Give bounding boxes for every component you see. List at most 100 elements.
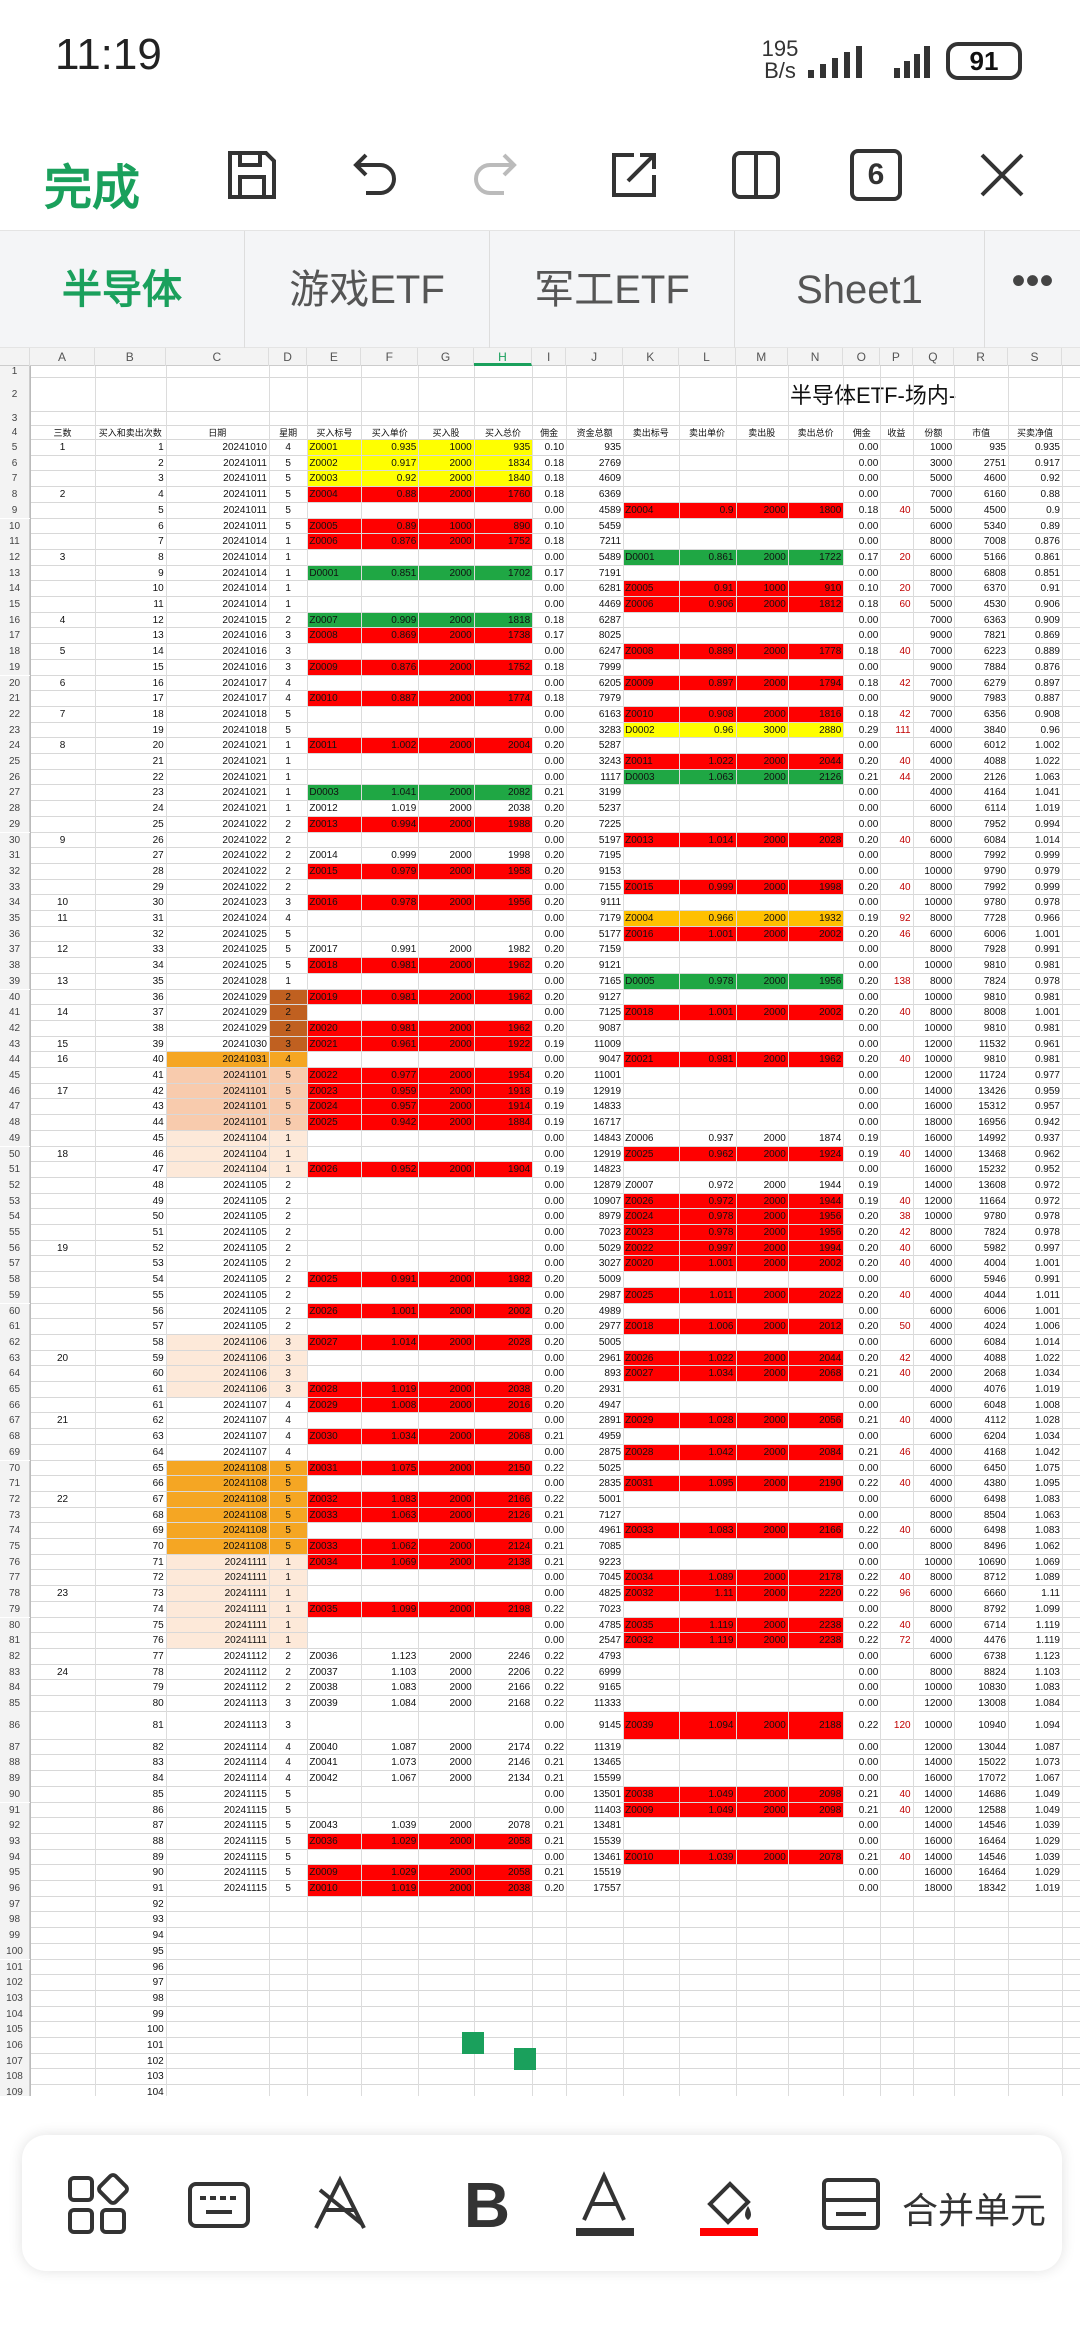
cell[interactable]: 5 (269, 958, 308, 974)
header-cell-l[interactable]: 卖出单价 (679, 426, 736, 440)
cell[interactable]: 20241111 (166, 1570, 269, 1586)
row-number[interactable]: 87 (0, 1739, 30, 1756)
font-color-icon[interactable] (570, 2170, 640, 2240)
cell[interactable]: 6808 (954, 566, 1008, 582)
cell[interactable]: 5 (269, 1818, 308, 1834)
cell[interactable]: 2000 (418, 738, 473, 754)
cell[interactable]: D0001 (307, 566, 361, 582)
cell[interactable]: 101 (95, 2038, 166, 2054)
cell[interactable]: 0.908 (679, 707, 736, 723)
cell[interactable]: 0.22 (843, 1633, 880, 1649)
cell[interactable]: 20241101 (166, 1084, 269, 1100)
cell[interactable]: 2068 (474, 1429, 533, 1445)
cell[interactable]: D0005 (623, 974, 678, 990)
cell[interactable]: 8000 (913, 1225, 955, 1241)
cell[interactable]: 2 (269, 880, 308, 896)
cell[interactable]: Z0032 (623, 1586, 678, 1602)
cell[interactable]: 0.22 (532, 1602, 566, 1618)
row-number[interactable]: 73 (0, 1507, 30, 1524)
row-number[interactable]: 57 (0, 1256, 30, 1273)
cell[interactable]: Z0028 (307, 1382, 361, 1398)
cell[interactable]: 2000 (736, 1351, 788, 1367)
cell[interactable]: 4530 (954, 597, 1008, 613)
cell[interactable]: Z0001 (307, 440, 361, 456)
cell[interactable]: 20241104 (166, 1147, 269, 1163)
cell[interactable]: 2150 (474, 1461, 533, 1477)
cell[interactable]: 20241015 (166, 613, 269, 629)
cell[interactable]: 48 (95, 1178, 166, 1194)
cell[interactable]: 20241114 (166, 1771, 269, 1787)
cell[interactable]: Z0038 (623, 1787, 678, 1803)
row-number[interactable]: 52 (0, 1177, 30, 1194)
cell[interactable]: 0.00 (532, 1241, 566, 1257)
cell[interactable]: 0.20 (843, 974, 880, 990)
cell[interactable]: 14000 (913, 1084, 955, 1100)
cell[interactable]: 2000 (736, 644, 788, 660)
cell[interactable]: Z0028 (623, 1445, 678, 1461)
cell[interactable]: Z0025 (307, 1272, 361, 1288)
cell[interactable]: 6000 (913, 550, 955, 566)
cell[interactable]: 2891 (566, 1413, 623, 1429)
cell[interactable]: 2000 (418, 1665, 473, 1681)
cell[interactable]: 1.029 (1008, 1865, 1062, 1881)
cell[interactable]: 2751 (954, 456, 1008, 472)
cell[interactable]: 2000 (736, 770, 788, 786)
cell[interactable]: 1800 (788, 503, 843, 519)
apps-grid-icon[interactable] (62, 2170, 132, 2240)
cell[interactable]: 0.991 (1008, 1272, 1062, 1288)
header-cell-f[interactable]: 买入单价 (361, 426, 418, 440)
cell[interactable]: 6363 (954, 613, 1008, 629)
cell[interactable]: 3 (269, 1037, 308, 1053)
cell[interactable]: 0.869 (361, 628, 418, 644)
cell[interactable]: 3 (269, 1382, 308, 1398)
cell[interactable]: 3000 (736, 723, 788, 739)
cell[interactable]: 3000 (913, 456, 955, 472)
cell[interactable]: 1738 (474, 628, 533, 644)
cell[interactable]: 40 (880, 1476, 912, 1492)
cell[interactable]: 90 (95, 1865, 166, 1881)
cell[interactable]: 0.00 (532, 676, 566, 692)
cell[interactable]: 7 (95, 534, 166, 550)
cell[interactable]: 103 (95, 2069, 166, 2085)
cell[interactable]: 20241014 (166, 550, 269, 566)
cell[interactable]: 6369 (566, 487, 623, 503)
cell[interactable]: 0.20 (532, 942, 566, 958)
row-number[interactable]: 10 (0, 518, 30, 535)
cell[interactable]: 1834 (474, 456, 533, 472)
cell[interactable]: 0.00 (532, 581, 566, 597)
cell[interactable]: 2 (30, 487, 95, 503)
cell[interactable]: 1998 (788, 880, 843, 896)
cell[interactable]: 0.20 (532, 1881, 566, 1897)
cell[interactable]: 20241115 (166, 1834, 269, 1850)
cell[interactable]: 17072 (954, 1771, 1008, 1787)
cell[interactable]: 0.977 (1008, 1068, 1062, 1084)
cell[interactable]: 2000 (418, 1335, 473, 1351)
row-number[interactable]: 30 (0, 832, 30, 849)
cell[interactable]: 6000 (913, 1272, 955, 1288)
cell[interactable]: 20241011 (166, 487, 269, 503)
cell[interactable]: 1.001 (1008, 927, 1062, 943)
cell[interactable]: 58 (95, 1335, 166, 1351)
cell[interactable]: 1.014 (1008, 1335, 1062, 1351)
header-cell-j[interactable]: 资金总额 (566, 426, 623, 440)
cell[interactable]: 8000 (913, 817, 955, 833)
cell[interactable]: 0.18 (532, 660, 566, 676)
cell[interactable]: 54 (95, 1272, 166, 1288)
cell[interactable]: 20241016 (166, 644, 269, 660)
cell[interactable]: 0.972 (1008, 1178, 1062, 1194)
cell[interactable]: 1.001 (679, 927, 736, 943)
cell[interactable]: 20241113 (166, 1696, 269, 1712)
cell[interactable]: 0.20 (532, 801, 566, 817)
cell[interactable]: 4 (269, 1771, 308, 1787)
select-all-corner[interactable] (0, 348, 30, 366)
cell[interactable]: 40 (880, 1256, 912, 1272)
cell[interactable]: 2000 (736, 1366, 788, 1382)
cell[interactable]: 24 (95, 801, 166, 817)
cell[interactable]: 10000 (913, 864, 955, 880)
cell[interactable]: 0.00 (532, 1052, 566, 1068)
cell[interactable]: 1982 (474, 942, 533, 958)
cell[interactable]: 0.18 (532, 691, 566, 707)
cell[interactable]: Z0018 (307, 958, 361, 974)
cell[interactable]: 4000 (913, 1633, 955, 1649)
cell[interactable]: 14 (30, 1005, 95, 1021)
